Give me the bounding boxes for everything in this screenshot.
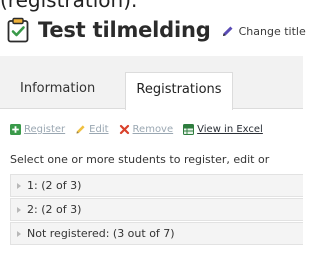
chevron-right-icon xyxy=(17,182,21,189)
close-icon xyxy=(119,124,130,135)
tabs-bar: Information Registrations xyxy=(0,56,303,110)
change-title-button[interactable]: Change title xyxy=(221,25,306,38)
change-title-label: Change title xyxy=(238,25,306,38)
instruction-text: Select one or more students to register,… xyxy=(10,153,270,166)
remove-button[interactable]: Remove xyxy=(119,123,174,135)
view-in-excel-button[interactable]: View in Excel xyxy=(183,123,263,135)
group-row[interactable]: Not registered: (3 out of 7) xyxy=(10,222,303,245)
tab-information[interactable]: Information xyxy=(20,72,95,108)
partial-heading: (registration). xyxy=(0,0,138,12)
group-list: 1: (2 of 3) 2: (2 of 3) Not registered: … xyxy=(10,174,303,246)
spreadsheet-icon xyxy=(183,123,195,135)
pencil-icon xyxy=(75,124,86,135)
edit-button[interactable]: Edit xyxy=(75,123,109,135)
chevron-right-icon xyxy=(17,206,21,213)
register-button[interactable]: Register xyxy=(10,123,66,135)
page-title: Test tilmelding xyxy=(38,18,211,42)
register-label: Register xyxy=(24,123,66,135)
plus-icon xyxy=(10,123,21,135)
tab-registrations[interactable]: Registrations xyxy=(125,72,233,110)
group-row[interactable]: 2: (2 of 3) xyxy=(10,198,303,221)
group-label: Not registered: (3 out of 7) xyxy=(27,227,175,240)
group-label: 1: (2 of 3) xyxy=(27,179,82,192)
pencil-icon xyxy=(221,25,234,38)
registration-toolbar: Register Edit Remove View in Excel xyxy=(10,122,273,136)
view-in-excel-label: View in Excel xyxy=(197,123,263,135)
page-header: Test tilmelding Change title xyxy=(7,15,306,45)
group-row[interactable]: 1: (2 of 3) xyxy=(10,174,303,197)
clipboard-check-icon xyxy=(7,17,29,43)
remove-label: Remove xyxy=(132,123,174,135)
chevron-right-icon xyxy=(17,230,21,237)
group-label: 2: (2 of 3) xyxy=(27,203,82,216)
edit-label: Edit xyxy=(89,123,109,135)
